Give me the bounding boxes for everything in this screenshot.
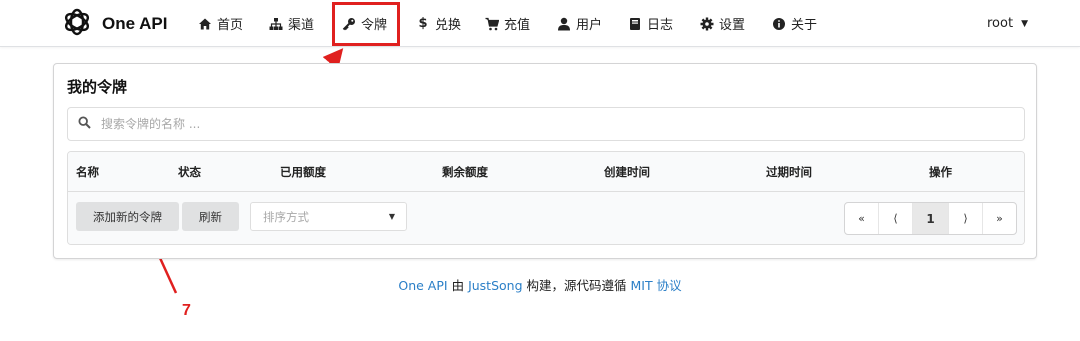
- column-header-expire-time[interactable]: 过期时间: [766, 152, 812, 192]
- user-icon: [557, 17, 571, 31]
- nav-label: 日志: [647, 18, 674, 33]
- column-header-actions: 操作: [929, 165, 952, 179]
- nav-logs[interactable]: 日志: [628, 0, 673, 47]
- nav-label: 兑换: [435, 18, 462, 33]
- pagination-prev-button[interactable]: ⟨: [879, 203, 913, 234]
- column-header-used-quota[interactable]: 已用额度: [280, 152, 326, 192]
- footer-by-text: 由: [451, 278, 465, 293]
- home-icon: [198, 17, 212, 31]
- brand-name: One API: [102, 14, 168, 33]
- annotation-highlight-box: [332, 2, 400, 46]
- nav-about[interactable]: 关于: [772, 0, 817, 47]
- footer-license-link[interactable]: MIT 协议: [631, 278, 682, 293]
- footer-middle-text: 构建，源代码遵循: [526, 278, 627, 293]
- nav-settings[interactable]: 设置: [700, 0, 745, 47]
- caret-down-icon: ▼: [1021, 18, 1028, 29]
- nav-label: 渠道: [288, 18, 315, 33]
- tokens-card: 我的令牌 名称 状态 已用额度 剩余额度 创建时间 过期时间 操作 添加新的令牌…: [53, 63, 1037, 259]
- nav-label: 用户: [576, 18, 603, 33]
- nav-label: 充值: [504, 18, 531, 33]
- sitemap-icon: [269, 17, 283, 31]
- cog-icon: [700, 17, 714, 31]
- footer-brand-link[interactable]: One API: [398, 278, 447, 293]
- search-icon: [78, 115, 91, 133]
- nav-label: 关于: [791, 18, 818, 33]
- brand[interactable]: One API: [62, 7, 168, 41]
- book-icon: [628, 17, 642, 31]
- top-navbar: One API 首页 渠道 令牌 $ 兑换 充值 用户 日志 设置 关于 roo…: [0, 0, 1080, 47]
- page-title: 我的令牌: [67, 78, 128, 96]
- user-menu[interactable]: root ▼: [987, 0, 1028, 47]
- sort-select-placeholder: 排序方式: [263, 209, 309, 224]
- pagination-last-button[interactable]: »: [983, 203, 1016, 234]
- caret-down-icon: ▼: [388, 212, 395, 221]
- nav-redeem[interactable]: $ 兑换: [416, 0, 461, 47]
- pagination: « ⟨ 1 ⟩ »: [844, 202, 1017, 235]
- column-header-status[interactable]: 状态: [178, 152, 201, 192]
- nav-users[interactable]: 用户: [557, 0, 602, 47]
- pagination-page-1[interactable]: 1: [913, 203, 949, 234]
- openai-logo-icon: [62, 7, 92, 41]
- search-box[interactable]: [67, 107, 1025, 141]
- column-header-remaining-quota[interactable]: 剩余额度: [442, 152, 488, 192]
- nav-topup[interactable]: 充值: [485, 0, 530, 47]
- pagination-first-button[interactable]: «: [845, 203, 879, 234]
- dollar-icon: $: [418, 16, 428, 31]
- table-footer: 添加新的令牌 刷新 排序方式 ▼ « ⟨ 1 ⟩ »: [68, 192, 1024, 244]
- sort-select[interactable]: 排序方式 ▼: [250, 202, 407, 231]
- page-footer: One API 由 JustSong 构建，源代码遵循 MIT 协议: [0, 275, 1080, 294]
- add-token-button[interactable]: 添加新的令牌: [76, 202, 179, 231]
- pagination-next-button[interactable]: ⟩: [949, 203, 983, 234]
- tokens-table: 名称 状态 已用额度 剩余额度 创建时间 过期时间 操作 添加新的令牌 刷新 排…: [67, 151, 1025, 245]
- nav-label: 首页: [217, 18, 244, 33]
- footer-author-link[interactable]: JustSong: [468, 278, 522, 293]
- annotation-step-7: 7: [182, 302, 191, 319]
- column-header-created-time[interactable]: 创建时间: [604, 152, 650, 192]
- nav-home[interactable]: 首页: [198, 0, 243, 47]
- user-name: root: [987, 16, 1014, 31]
- nav-channels[interactable]: 渠道: [269, 0, 314, 47]
- column-header-name[interactable]: 名称: [76, 152, 99, 192]
- info-icon: [772, 17, 786, 31]
- refresh-button[interactable]: 刷新: [182, 202, 239, 231]
- search-input[interactable]: [101, 117, 981, 131]
- cart-icon: [485, 17, 499, 31]
- nav-label: 设置: [719, 18, 746, 33]
- table-header: 名称 状态 已用额度 剩余额度 创建时间 过期时间 操作: [68, 152, 1024, 192]
